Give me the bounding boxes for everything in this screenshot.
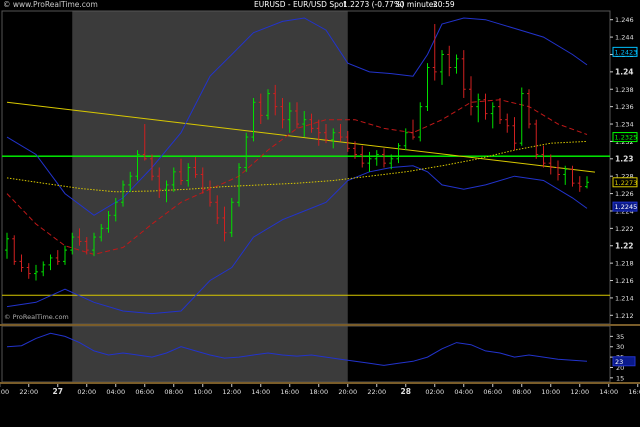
price-tick-label: 1.24	[615, 67, 634, 76]
price-tick-label: 1.214	[615, 294, 634, 302]
price-tick-label: 1.246	[615, 16, 634, 24]
time-tick-label: 28	[401, 387, 411, 396]
price-tick-label: 1.238	[615, 86, 634, 94]
ohlc-bar	[490, 102, 495, 129]
time-tick-label: 14:00	[599, 388, 618, 396]
price-tick-label: 1.212	[615, 312, 634, 320]
osc-marker-label: 23	[615, 358, 623, 366]
ohlc-bar	[447, 45, 452, 77]
ohlc-bar	[512, 117, 517, 151]
time-axis-separator	[0, 382, 640, 384]
price-tick-label: 1.234	[615, 121, 634, 129]
osc-tick-label: 35	[616, 333, 624, 341]
price-tick-label: 1.22	[615, 241, 634, 250]
time-tick-label: 16:00	[280, 388, 299, 396]
ohlc-bar	[534, 119, 539, 159]
time-tick-label: 12:00	[222, 388, 241, 396]
ohlc-bar	[374, 150, 379, 166]
time-tick-label: 16:00	[628, 388, 640, 396]
time-tick-label: 22:00	[367, 388, 386, 396]
ohlc-bar	[577, 176, 582, 192]
ohlc-bar	[41, 261, 46, 277]
price-tick-label: 1.244	[615, 34, 634, 42]
ohlc-bar	[476, 93, 481, 123]
time-tick-label: 08:00	[512, 388, 531, 396]
price-tick-label: 1.216	[615, 277, 634, 285]
ohlc-bar	[469, 76, 473, 116]
time-tick-label: 04:00	[106, 388, 125, 396]
price-tick-label: 1.218	[615, 260, 634, 268]
ohlc-bar	[461, 50, 466, 98]
ohlc-bar	[505, 113, 510, 133]
time-tick-label: 02:00	[77, 388, 96, 396]
time-tick-label: 10:00	[193, 388, 212, 396]
price-tick-label: 1.226	[615, 190, 634, 198]
ohlc-bar	[440, 50, 444, 85]
ohlc-bar	[418, 102, 423, 142]
time-tick-label: 20:00	[0, 388, 9, 396]
ohlc-bar	[570, 165, 575, 187]
ohlc-bar	[483, 93, 488, 120]
ohlc-bar	[425, 63, 430, 111]
ohlc-bar	[5, 232, 9, 259]
price-marker-label: 1.2423	[615, 48, 638, 56]
chart-watermark: © ProRealTime.com	[4, 313, 69, 321]
price-marker-label: 1.2273	[615, 179, 638, 187]
ohlc-bar	[556, 160, 560, 181]
ohlc-bar	[519, 87, 524, 146]
time-tick-label: 22:00	[19, 388, 38, 396]
ohlc-bar	[548, 154, 553, 175]
ohlc-bar	[498, 97, 502, 125]
time-tick-label: 12:00	[570, 388, 589, 396]
osc-tick-label: 30	[616, 343, 624, 351]
ohlc-bar	[411, 119, 415, 140]
ohlc-bar	[527, 89, 531, 129]
ohlc-bar	[34, 264, 38, 281]
time-tick-label: 10:00	[541, 388, 560, 396]
time-tick-label: 14:00	[251, 388, 270, 396]
price-marker-label: 1.2325	[615, 134, 638, 142]
ohlc-bar	[63, 245, 67, 265]
ohlc-bar	[454, 54, 459, 74]
ohlc-bar	[382, 148, 386, 168]
time-tick-label: 06:00	[483, 388, 502, 396]
ohlc-bar	[12, 235, 17, 265]
session-shade	[72, 11, 348, 324]
ohlc-bar	[55, 250, 60, 265]
ohlc-bar	[432, 24, 437, 81]
ohlc-bar	[396, 143, 401, 164]
time-tick-label: 04:00	[454, 388, 473, 396]
ohlc-bar	[367, 151, 372, 172]
time-tick-label: 02:00	[425, 388, 444, 396]
price-tick-label: 1.23	[615, 154, 634, 163]
price-tick-label: 1.236	[615, 103, 634, 111]
osc-tick-label: 15	[616, 374, 624, 382]
ohlc-bar	[585, 176, 589, 189]
time-tick-label: 20:00	[338, 388, 357, 396]
time-tick-label: 08:00	[164, 388, 183, 396]
ohlc-bar	[26, 263, 31, 279]
price-tick-label: 1.222	[615, 225, 634, 233]
ohlc-bar	[48, 254, 53, 271]
time-tick-label: 06:00	[135, 388, 154, 396]
panel-separator	[0, 324, 640, 326]
ohlc-bar	[19, 254, 24, 272]
price-chart[interactable]: © ProRealTime.com 1.212 1.214 1.216 1.218 1.2…	[0, 0, 640, 427]
time-tick-label: 18:00	[309, 388, 328, 396]
price-marker-label: 1.2245	[615, 203, 638, 211]
time-tick-label: 27	[53, 387, 63, 396]
